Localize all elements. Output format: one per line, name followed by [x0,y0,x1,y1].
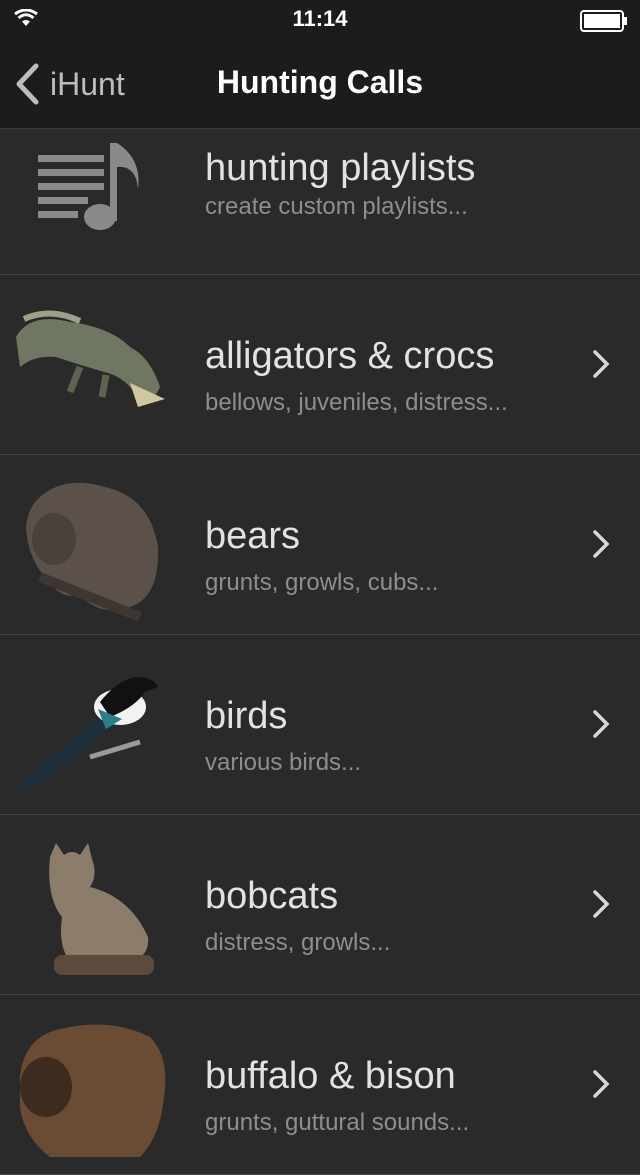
list-item-hunting-playlists[interactable]: hunting playlists create custom playlist… [0,129,640,275]
bird-icon [18,677,158,793]
row-subtitle: grunts, growls, cubs... [205,569,439,596]
status-time: 11:14 [292,6,348,31]
row-title: birds [205,695,288,737]
row-subtitle: bellows, juveniles, distress... [205,389,508,416]
list-item-bobcats[interactable]: bobcats distress, growls... [0,815,640,995]
chevron-right-icon [593,1070,610,1098]
chevron-left-icon [16,63,39,105]
music-playlist-icon [38,143,139,230]
chevron-right-icon [593,530,610,558]
chevron-right-icon [593,710,610,738]
chevron-right-icon [593,890,610,918]
row-title: buffalo & bison [205,1055,456,1097]
chevron-right-icon [593,350,610,378]
navigation-bar: iHunt Hunting Calls [0,40,640,129]
row-title: hunting playlists [205,147,476,189]
bison-icon [20,1024,166,1157]
bobcat-icon [49,843,154,975]
row-subtitle: create custom playlists... [205,193,468,220]
battery-icon [580,10,627,32]
row-title: bears [205,515,301,557]
category-list: hunting playlists create custom playlist… [0,129,640,1175]
row-title: bobcats [205,875,339,917]
back-button[interactable]: iHunt [14,62,125,106]
list-item-buffalo-bison[interactable]: buffalo & bison grunts, guttural sounds.… [0,995,640,1175]
list-item-bears[interactable]: bears grunts, growls, cubs... [0,455,640,635]
list-item-alligators-crocs[interactable]: alligators & crocs bellows, juveniles, d… [0,275,640,455]
back-label: iHunt [50,65,125,102]
row-subtitle: grunts, guttural sounds... [205,1109,470,1136]
list-item-birds[interactable]: birds various birds... [0,635,640,815]
row-subtitle: various birds... [205,749,362,776]
alligator-icon [16,310,165,407]
bear-icon [26,482,159,622]
row-title: alligators & crocs [205,335,495,377]
row-subtitle: distress, growls... [205,929,391,956]
status-bar: 11:14 [0,0,640,40]
